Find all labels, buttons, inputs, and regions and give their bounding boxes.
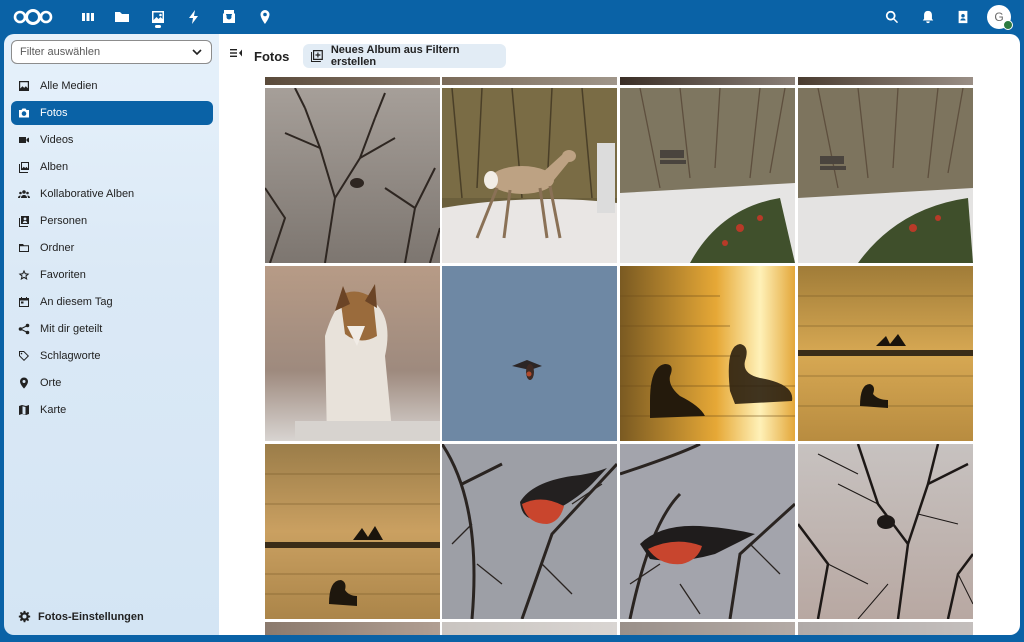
sidebar-item-shared-with-you[interactable]: Mit dir geteilt: [11, 317, 213, 341]
sidebar-item-label: Orte: [40, 377, 62, 389]
album-icon: [17, 160, 31, 174]
photo-tile[interactable]: [442, 77, 617, 85]
filter-placeholder: Filter auswählen: [20, 46, 101, 58]
photo-tile[interactable]: [798, 622, 973, 635]
sidebar-item-label: Personen: [40, 215, 88, 227]
toggle-sidebar-icon[interactable]: [229, 46, 243, 60]
photo-tile[interactable]: [442, 88, 617, 263]
map-marker-icon: [17, 376, 31, 390]
group-icon: [17, 187, 31, 201]
files-app-icon[interactable]: [111, 6, 133, 28]
photo-tile[interactable]: [265, 444, 440, 619]
photo-tile[interactable]: [620, 622, 795, 635]
photo-tile[interactable]: [265, 266, 440, 441]
sidebar-item-label: Schlagworte: [40, 350, 101, 362]
sidebar-item-map[interactable]: Karte: [11, 398, 213, 422]
sidebar-item-places[interactable]: Orte: [11, 371, 213, 395]
maps-app-icon[interactable]: [254, 6, 276, 28]
sidebar-item-label: Videos: [40, 134, 74, 146]
photo-tile[interactable]: [265, 88, 440, 263]
camera-icon: [17, 106, 31, 120]
navigation-sidebar: Filter auswählen Alle Medien Fotos Video…: [4, 34, 219, 635]
photo-tile[interactable]: [620, 88, 795, 263]
sidebar-item-collaborative-albums[interactable]: Kollaborative Alben: [11, 182, 213, 206]
sidebar-item-tags[interactable]: Schlagworte: [11, 344, 213, 368]
photo-tile[interactable]: [798, 266, 973, 441]
photo-grid: [265, 77, 973, 635]
avatar-initial: G: [994, 10, 1004, 24]
photo-tile[interactable]: [265, 77, 440, 85]
activity-app-icon[interactable]: [183, 6, 205, 28]
photo-tile[interactable]: [620, 266, 795, 441]
window-bottom-edge: [0, 635, 1024, 642]
online-status-dot: [1003, 20, 1013, 30]
sidebar-item-all-media[interactable]: Alle Medien: [11, 74, 213, 98]
talk-app-icon[interactable]: [218, 6, 240, 28]
sidebar-item-label: Favoriten: [40, 269, 86, 281]
contacts-icon[interactable]: [954, 8, 972, 26]
sidebar-item-photos[interactable]: Fotos: [11, 101, 213, 125]
search-icon[interactable]: [883, 8, 901, 26]
map-icon: [17, 403, 31, 417]
filter-select[interactable]: Filter auswählen: [11, 40, 212, 64]
album-plus-icon: [310, 50, 323, 62]
sidebar-item-label: Mit dir geteilt: [40, 323, 103, 335]
star-icon: [17, 268, 31, 282]
sidebar-item-videos[interactable]: Videos: [11, 128, 213, 152]
photo-tile[interactable]: [798, 77, 973, 85]
photo-tile[interactable]: [620, 444, 795, 619]
photo-tile[interactable]: [798, 88, 973, 263]
sidebar-item-favorites[interactable]: Favoriten: [11, 263, 213, 287]
sidebar-item-label: Ordner: [40, 242, 75, 254]
sidebar-item-label: Alben: [40, 161, 69, 173]
chevron-down-icon: [192, 49, 202, 56]
nextcloud-logo-icon[interactable]: [12, 8, 54, 26]
sidebar-item-label: Fotos: [40, 107, 68, 119]
create-album-label: Neues Album aus Filtern erstellen: [330, 44, 460, 68]
photo-tile[interactable]: [442, 444, 617, 619]
page-title: Fotos: [254, 49, 290, 64]
photo-tile[interactable]: [798, 444, 973, 619]
active-app-indicator: [155, 25, 161, 28]
sidebar-item-on-this-day[interactable]: An diesem Tag: [11, 290, 213, 314]
photos-settings-button[interactable]: Fotos-Einstellungen: [18, 610, 144, 623]
video-icon: [17, 133, 31, 147]
image-icon: [17, 79, 31, 93]
window-edge: [1020, 34, 1024, 642]
photo-tile[interactable]: [442, 622, 617, 635]
folder-icon: [17, 241, 31, 255]
notifications-bell-icon[interactable]: [919, 8, 937, 26]
photo-tile[interactable]: [442, 266, 617, 441]
people-album-icon: [17, 214, 31, 228]
sidebar-item-people[interactable]: Personen: [11, 209, 213, 233]
main-content: Fotos Neues Album aus Filtern erstellen: [219, 34, 1020, 635]
photo-tile[interactable]: [620, 77, 795, 85]
sidebar-item-label: Kollaborative Alben: [40, 188, 135, 200]
create-album-from-filters-button[interactable]: Neues Album aus Filtern erstellen: [303, 44, 506, 68]
sidebar-item-label: Alle Medien: [40, 80, 98, 92]
sidebar-item-label: Karte: [40, 404, 67, 416]
calendar-icon: [17, 295, 31, 309]
top-bar: G: [0, 0, 1024, 34]
share-icon: [17, 322, 31, 336]
sidebar-item-label: An diesem Tag: [40, 296, 113, 308]
sidebar-item-folders[interactable]: Ordner: [11, 236, 213, 260]
sidebar-item-albums[interactable]: Alben: [11, 155, 213, 179]
photo-tile[interactable]: [265, 622, 440, 635]
settings-label: Fotos-Einstellungen: [38, 610, 144, 623]
dashboard-app-icon[interactable]: [77, 6, 99, 28]
gear-icon: [18, 610, 31, 623]
tag-icon: [17, 349, 31, 363]
